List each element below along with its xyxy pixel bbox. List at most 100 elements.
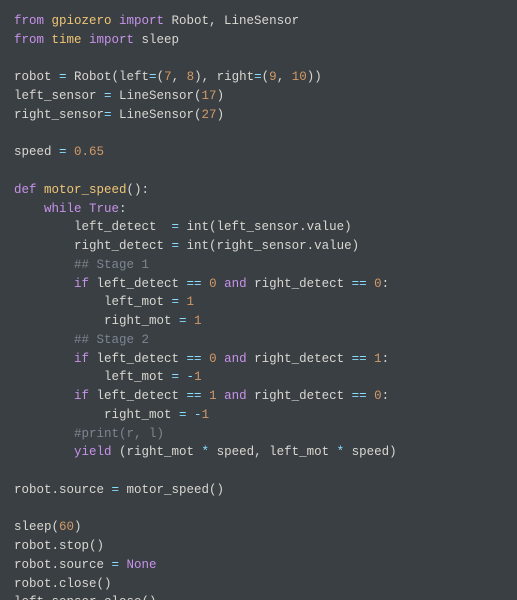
code-token: left_sensor xyxy=(14,89,104,103)
code-token: 10 xyxy=(292,70,307,84)
code-token: ), right xyxy=(194,70,254,84)
code-token xyxy=(14,427,74,441)
code-token: robot.close() xyxy=(14,577,112,591)
code-token: ) xyxy=(217,108,225,122)
code-token: int(left_sensor.value) xyxy=(187,220,352,234)
code-token: : xyxy=(119,202,127,216)
code-token xyxy=(217,352,225,366)
code-token: speed xyxy=(14,145,59,159)
code-token: - xyxy=(194,408,202,422)
code-token: right_detect xyxy=(254,277,352,291)
code-token: None xyxy=(127,558,157,572)
code-token: == xyxy=(187,352,210,366)
code-token: from xyxy=(14,14,52,28)
code-token: left_mot xyxy=(14,295,172,309)
code-token: = xyxy=(112,558,127,572)
code-token: 8 xyxy=(187,70,195,84)
code-token: int(right_sensor.value) xyxy=(187,239,360,253)
code-token: : xyxy=(382,389,390,403)
code-token: speed, left_mot xyxy=(217,445,337,459)
code-token: == xyxy=(187,277,210,291)
code-token: speed) xyxy=(352,445,397,459)
code-token: 0 xyxy=(209,352,217,366)
code-token: left_detect xyxy=(14,220,172,234)
code-token: = xyxy=(172,370,187,384)
code-token: sleep( xyxy=(14,520,59,534)
code-token: 0.65 xyxy=(74,145,104,159)
code-token xyxy=(14,202,44,216)
code-token: 1 xyxy=(187,295,195,309)
code-token: )) xyxy=(307,70,322,84)
code-token: time xyxy=(52,33,90,47)
code-token: * xyxy=(202,445,217,459)
code-token: == xyxy=(352,277,375,291)
code-token: 27 xyxy=(202,108,217,122)
code-token: if xyxy=(74,389,97,403)
code-token: from xyxy=(14,33,52,47)
code-token xyxy=(14,352,74,366)
code-token: Robot, LineSensor xyxy=(172,14,300,28)
code-token: if xyxy=(74,277,97,291)
code-token: 0 xyxy=(374,277,382,291)
code-token: right_sensor xyxy=(14,108,104,122)
code-token: = xyxy=(104,89,119,103)
code-token: import xyxy=(89,33,142,47)
code-token: sleep xyxy=(142,33,180,47)
code-token: - xyxy=(187,370,195,384)
code-token: ## Stage 2 xyxy=(74,333,149,347)
code-token: = xyxy=(59,145,74,159)
code-token: Robot(left xyxy=(74,70,149,84)
code-token: = xyxy=(254,70,262,84)
code-token: = xyxy=(112,483,127,497)
code-token: , xyxy=(277,70,292,84)
code-token: 0 xyxy=(209,277,217,291)
code-token: = xyxy=(59,70,74,84)
code-token: left_detect xyxy=(97,389,187,403)
code-token: 60 xyxy=(59,520,74,534)
code-block: from gpiozero import Robot, LineSensor f… xyxy=(0,0,517,600)
code-token xyxy=(14,333,74,347)
code-token: = xyxy=(172,295,187,309)
code-token: == xyxy=(352,352,375,366)
code-token: 0 xyxy=(374,389,382,403)
code-token: = xyxy=(179,314,194,328)
code-token: : xyxy=(382,352,390,366)
code-token: robot.source xyxy=(14,558,112,572)
code-token: motor_speed() xyxy=(127,483,225,497)
code-token: = xyxy=(104,108,119,122)
code-token: left_mot xyxy=(14,370,172,384)
code-token: #print(r, l) xyxy=(74,427,164,441)
code-token: right_detect xyxy=(254,352,352,366)
code-token: 17 xyxy=(202,89,217,103)
code-token: 9 xyxy=(269,70,277,84)
code-token: def xyxy=(14,183,44,197)
code-token: True xyxy=(89,202,119,216)
code-token: and xyxy=(224,352,254,366)
code-token: * xyxy=(337,445,352,459)
code-token: left_detect xyxy=(97,277,187,291)
code-token xyxy=(14,277,74,291)
code-token: and xyxy=(224,277,254,291)
code-token: ## Stage 1 xyxy=(74,258,149,272)
code-token: and xyxy=(224,389,254,403)
code-token: ( xyxy=(157,70,165,84)
code-token xyxy=(14,258,74,272)
code-token: (right_mot xyxy=(119,445,202,459)
code-token: 1 xyxy=(209,389,217,403)
code-token: 1 xyxy=(194,370,202,384)
code-token: 1 xyxy=(374,352,382,366)
code-token: ) xyxy=(217,89,225,103)
code-token xyxy=(217,277,225,291)
code-token: == xyxy=(187,389,210,403)
code-token: while xyxy=(44,202,89,216)
code-token: LineSensor( xyxy=(119,108,202,122)
code-token: if xyxy=(74,352,97,366)
code-token: import xyxy=(119,14,172,28)
code-token: : xyxy=(382,277,390,291)
code-token: ) xyxy=(74,520,82,534)
code-token: right_mot xyxy=(14,408,179,422)
code-token: left_sensor.close() xyxy=(14,595,157,600)
code-token xyxy=(14,389,74,403)
code-token xyxy=(217,389,225,403)
code-token: robot.stop() xyxy=(14,539,104,553)
